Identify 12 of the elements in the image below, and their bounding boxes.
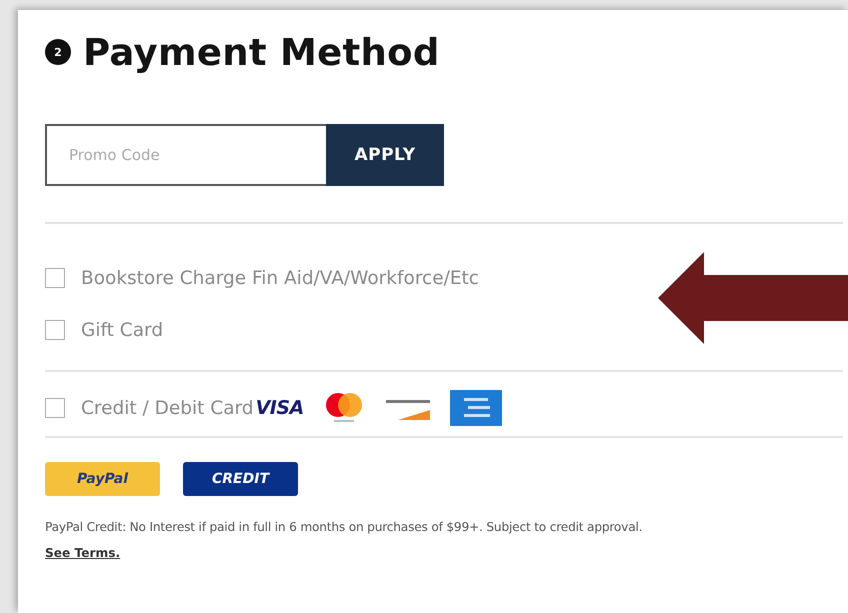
credit-terms-text: PayPal Credit: No Interest if paid in full in 6 months on purchases of $99+. Subject to credit approval.: [45, 520, 644, 534]
option-label: Credit / Debit Card: [81, 398, 254, 418]
paypal-button[interactable]: PayPal: [45, 462, 160, 496]
paypal-credit-button[interactable]: CREDIT: [183, 462, 298, 496]
promo-code-field[interactable]: Promo Code: [45, 124, 326, 186]
see-terms-link[interactable]: See Terms.: [45, 546, 120, 560]
step-number: 2: [45, 39, 71, 65]
option-label: Gift Card: [81, 320, 164, 340]
visa-logo: VISA: [256, 397, 304, 419]
option-label: Bookstore Charge Fin Aid/VA/Workforce/Etc: [81, 268, 479, 288]
apply-button[interactable]: APPLY: [326, 124, 444, 186]
section-title: Payment Method: [83, 30, 440, 74]
